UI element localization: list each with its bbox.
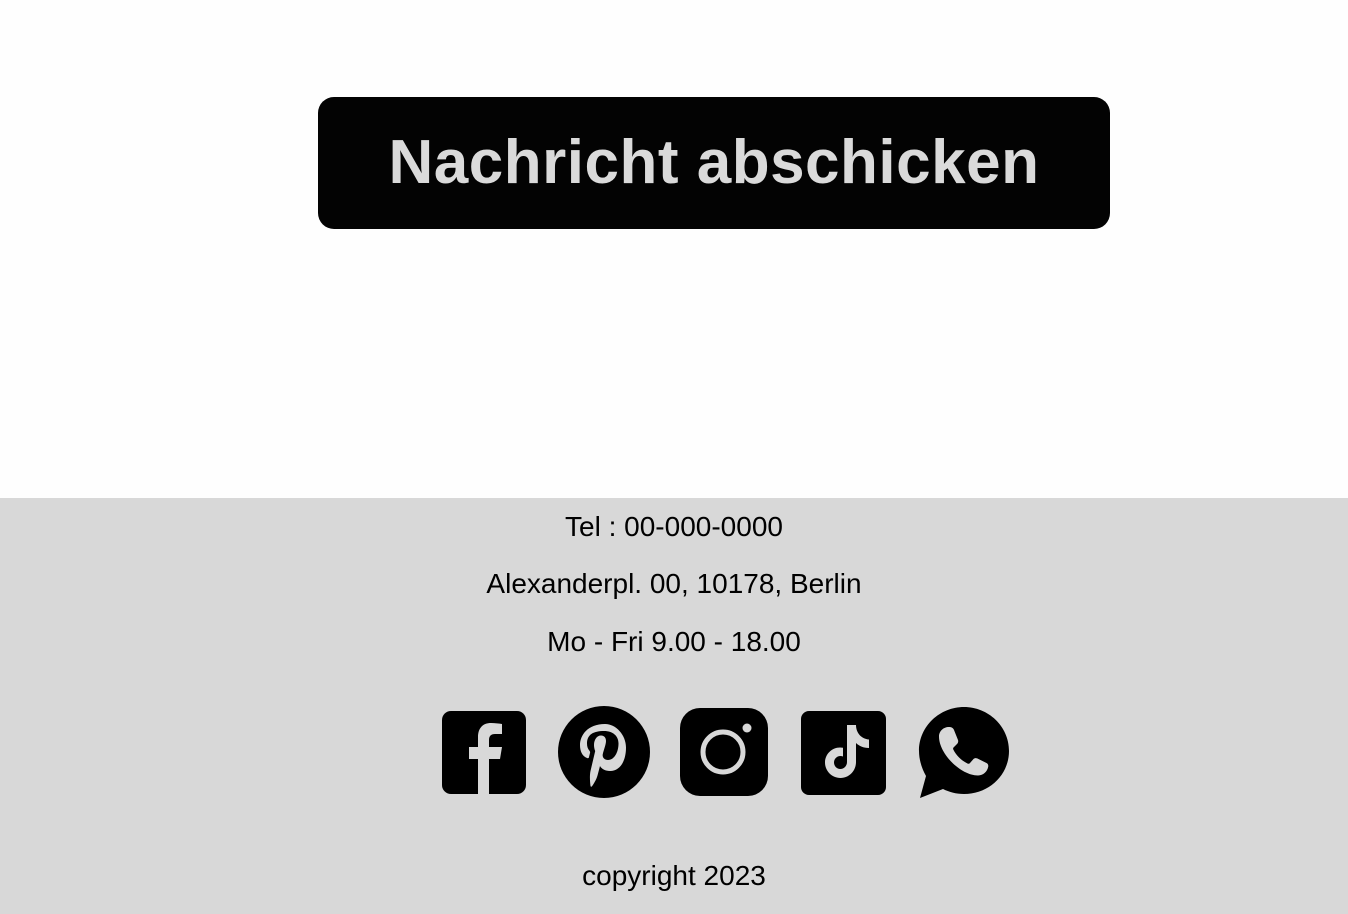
footer-copyright: copyright 2023 <box>582 860 766 891</box>
footer-phone: Tel : 00-000-0000 <box>565 511 783 542</box>
submit-message-button[interactable]: Nachricht abschicken <box>318 97 1110 229</box>
contact-form-area: Nachricht abschicken <box>0 0 1348 498</box>
social-links <box>0 702 1348 798</box>
pinterest-icon[interactable] <box>556 702 652 798</box>
footer-opening-hours: Mo - Fri 9.00 - 18.00 <box>547 626 801 657</box>
tiktok-icon[interactable] <box>796 702 892 798</box>
instagram-icon[interactable] <box>676 702 772 798</box>
whatsapp-icon[interactable] <box>916 702 1012 798</box>
site-footer: Tel : 00-000-0000 Alexanderpl. 00, 10178… <box>0 498 1348 914</box>
footer-address: Alexanderpl. 00, 10178, Berlin <box>486 568 862 599</box>
page: Nachricht abschicken Tel : 00-000-0000 A… <box>0 0 1348 914</box>
facebook-icon[interactable] <box>438 702 534 798</box>
